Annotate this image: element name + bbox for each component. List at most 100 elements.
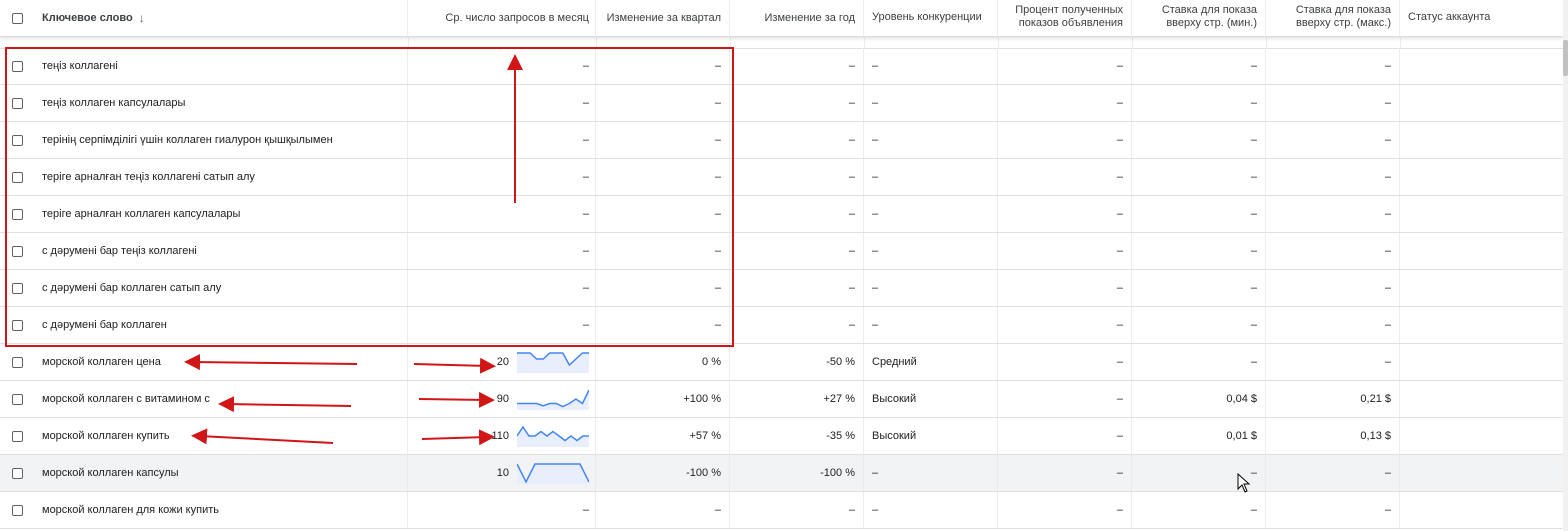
header-bid-max[interactable]: Ставка для показа вверху стр. (макс.) xyxy=(1266,0,1400,36)
competition-cell: Средний xyxy=(864,344,998,380)
keyword-cell[interactable]: с дәрумені бар теңіз коллагені xyxy=(35,233,408,269)
row-checkbox[interactable] xyxy=(12,134,23,146)
account-status-cell xyxy=(1400,196,1563,232)
row-checkbox[interactable] xyxy=(12,319,23,331)
header-bid-min-line2: вверху стр. (мин.) xyxy=(1166,17,1257,29)
row-checkbox-cell xyxy=(0,122,35,158)
bid-max-cell: – xyxy=(1266,159,1400,195)
keyword-cell[interactable]: морской коллаген цена xyxy=(35,344,408,380)
row-checkbox[interactable] xyxy=(12,356,23,368)
row-checkbox[interactable] xyxy=(12,245,23,257)
header-quarter-change[interactable]: Изменение за квартал xyxy=(596,0,730,36)
avg-searches-value: – xyxy=(582,245,589,257)
row-checkbox[interactable] xyxy=(12,393,23,405)
account-status-cell xyxy=(1400,233,1563,269)
impression-share-cell: – xyxy=(998,344,1132,380)
row-checkbox[interactable] xyxy=(12,60,23,72)
row-checkbox-cell xyxy=(0,270,35,306)
bid-max-cell: 0,13 $ xyxy=(1266,418,1400,454)
table-row[interactable]: теріге арналған коллаген капсулалары – – – –… xyxy=(0,196,1563,233)
table-row[interactable]: с дәрумені бар теңіз коллагені – – – – – – – xyxy=(0,233,1563,270)
bid-max-cell: – xyxy=(1266,344,1400,380)
table-row[interactable]: теріге арналған теңіз коллагені сатып ал… xyxy=(0,159,1563,196)
table-row[interactable]: теңіз коллаген капсулалары – – – – – – – xyxy=(0,85,1563,122)
avg-searches-wrap: 20 xyxy=(497,351,589,373)
row-checkbox[interactable] xyxy=(12,171,23,183)
table-row[interactable]: с дәрумені бар коллаген сатып алу – – – – – – – xyxy=(0,270,1563,307)
scrollbar-thumb[interactable] xyxy=(1563,40,1568,76)
keyword-cell[interactable]: морской коллаген для кожи купить xyxy=(35,492,408,528)
table-row[interactable]: морской коллаген капсулы 10 -100 % -100 % – –… xyxy=(0,455,1563,492)
header-impr-line2: показов объявления xyxy=(1018,17,1123,29)
trend-sparkline[interactable] xyxy=(517,351,589,373)
row-checkbox[interactable] xyxy=(12,467,23,479)
header-year-change[interactable]: Изменение за год xyxy=(730,0,864,36)
table-header: Ключевое слово ↓ Ср. число запросов в ме… xyxy=(0,0,1563,37)
row-checkbox[interactable] xyxy=(12,504,23,516)
keyword-cell[interactable]: теріге арналған теңіз коллагені сатып ал… xyxy=(35,159,408,195)
scrollbar-track[interactable] xyxy=(1563,0,1568,531)
header-checkbox-cell xyxy=(0,0,35,36)
keyword-cell[interactable]: теріге арналған коллаген капсулалары xyxy=(35,196,408,232)
keyword-cell[interactable]: морской коллаген капсулы xyxy=(35,455,408,491)
row-checkbox[interactable] xyxy=(12,208,23,220)
select-all-checkbox[interactable] xyxy=(12,12,23,24)
keyword-cell[interactable]: с дәрумені бар коллаген сатып алу xyxy=(35,270,408,306)
table-row[interactable]: с дәрумені бар коллаген – – – – – – – xyxy=(0,307,1563,344)
table-row[interactable]: морской коллаген с витамином с 90 +100 % +2… xyxy=(0,381,1563,418)
header-bid-min-line1: Ставка для показа xyxy=(1161,4,1257,16)
quarter-change-cell: -100 % xyxy=(596,455,730,491)
table-row[interactable]: морской коллаген купить 110 +57 % -35 % Высо… xyxy=(0,418,1563,455)
trend-sparkline[interactable] xyxy=(517,462,589,484)
keyword-cell[interactable]: с дәрумені бар коллаген xyxy=(35,307,408,343)
year-change-cell: -100 % xyxy=(730,455,864,491)
header-account-status[interactable]: Статус аккаунта xyxy=(1400,0,1563,36)
account-status-cell xyxy=(1400,270,1563,306)
quarter-change-cell: 0 % xyxy=(596,344,730,380)
bid-max-cell: – xyxy=(1266,307,1400,343)
header-bid-min[interactable]: Ставка для показа вверху стр. (мин.) xyxy=(1132,0,1266,36)
trend-sparkline[interactable] xyxy=(517,388,589,410)
keyword-cell[interactable]: теңіз коллаген капсулалары xyxy=(35,85,408,121)
account-status-cell xyxy=(1400,344,1563,380)
avg-searches-cell: – xyxy=(408,159,596,195)
keyword-cell[interactable]: теңіз коллагені xyxy=(35,48,408,84)
impression-share-cell: – xyxy=(998,270,1132,306)
header-impression-share[interactable]: Процент полученных показов объявления xyxy=(998,0,1132,36)
competition-cell: – xyxy=(864,233,998,269)
bid-max-cell: – xyxy=(1266,270,1400,306)
row-checkbox-cell xyxy=(0,344,35,380)
quarter-change-cell: – xyxy=(596,48,730,84)
keyword-cell[interactable]: морской коллаген с витамином с xyxy=(35,381,408,417)
avg-searches-cell: – xyxy=(408,196,596,232)
table-row[interactable]: морской коллаген для кожи купить – – – – – – – xyxy=(0,492,1563,529)
trend-sparkline[interactable] xyxy=(517,425,589,447)
table-row[interactable]: терінің серпімділігі үшін коллаген гиалу… xyxy=(0,122,1563,159)
header-keyword[interactable]: Ключевое слово ↓ xyxy=(35,0,408,36)
row-checkbox[interactable] xyxy=(12,282,23,294)
bid-min-cell: – xyxy=(1132,492,1266,528)
row-checkbox[interactable] xyxy=(12,430,23,442)
avg-searches-cell: – xyxy=(408,233,596,269)
avg-searches-wrap: 90 xyxy=(497,388,589,410)
bid-min-cell: 0,01 $ xyxy=(1132,418,1266,454)
table-row[interactable]: морской коллаген цена 20 0 % -50 % Средний – –… xyxy=(0,344,1563,381)
avg-searches-cell: 20 xyxy=(408,344,596,380)
bid-max-cell: – xyxy=(1266,122,1400,158)
row-checkbox[interactable] xyxy=(12,97,23,109)
competition-cell: – xyxy=(864,492,998,528)
keyword-cell[interactable]: терінің серпімділігі үшін коллаген гиалу… xyxy=(35,122,408,158)
year-change-cell: – xyxy=(730,48,864,84)
keyword-cell[interactable]: морской коллаген купить xyxy=(35,418,408,454)
bid-min-cell: – xyxy=(1132,344,1266,380)
avg-searches-cell: 90 xyxy=(408,381,596,417)
header-avg-searches[interactable]: Ср. число запросов в месяц xyxy=(408,0,596,36)
table-row[interactable]: теңіз коллагені – – – – – – – xyxy=(0,48,1563,85)
quarter-change-cell: – xyxy=(596,85,730,121)
account-status-cell xyxy=(1400,455,1563,491)
avg-searches-value: 20 xyxy=(496,356,509,368)
header-competition[interactable]: Уровень конкуренции xyxy=(864,0,998,36)
competition-cell: – xyxy=(864,307,998,343)
row-checkbox-cell xyxy=(0,48,35,84)
impression-share-cell: – xyxy=(998,492,1132,528)
